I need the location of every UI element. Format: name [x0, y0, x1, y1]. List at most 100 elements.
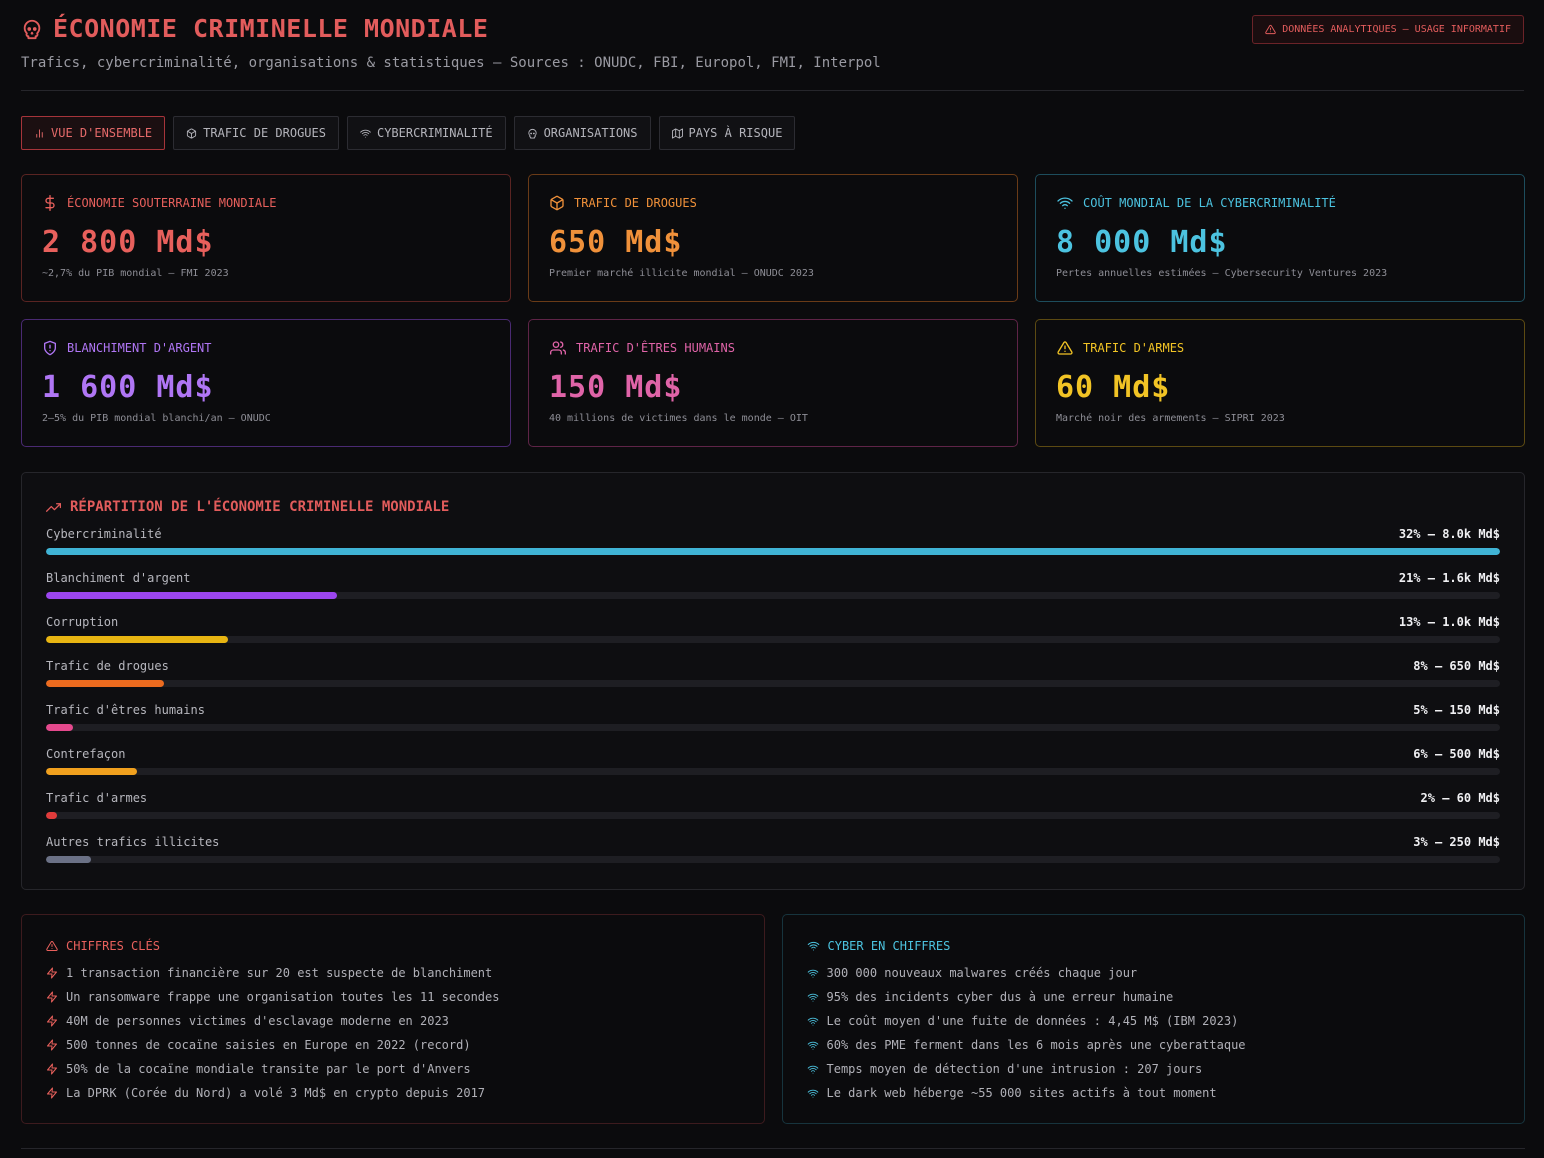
list-item: Le dark web héberge ~55 000 sites actifs… — [807, 1081, 1501, 1105]
stat-card-title: ÉCONOMIE SOUTERRAINE MONDIALE — [67, 196, 277, 210]
stat-card-note: Pertes annuelles estimées — Cybersecurit… — [1056, 268, 1388, 279]
list-item-text: Le coût moyen d'une fuite de données : 4… — [826, 1014, 1239, 1028]
box-icon — [186, 127, 197, 139]
bar-value-label: 21% — 1.6k Md$ — [1398, 571, 1500, 585]
bar-fill — [46, 636, 228, 643]
bar-track — [46, 856, 1500, 863]
bar-track — [46, 812, 1500, 819]
stat-card-underground-economy: ÉCONOMIE SOUTERRAINE MONDIALE 2 800 Md$ … — [21, 174, 511, 302]
wifi-icon — [1056, 195, 1074, 211]
warning-icon — [46, 940, 58, 952]
facts-section: CHIFFRES CLÉS 1 transaction financière s… — [21, 914, 1525, 1124]
wifi-icon — [807, 992, 819, 1003]
wifi-icon — [807, 1016, 819, 1027]
zap-icon — [46, 967, 58, 979]
wifi-icon — [807, 940, 820, 952]
cyber-figures-box: CYBER EN CHIFFRES 300 000 nouveaux malwa… — [781, 914, 1525, 1124]
page-title: ÉCONOMIE CRIMINELLE MONDIALE — [53, 14, 489, 43]
bar-track — [46, 636, 1500, 643]
list-item-text: 500 tonnes de cocaïne saisies en Europe … — [66, 1038, 471, 1052]
stat-card-human-trafficking: TRAFIC D'ÊTRES HUMAINS 150 Md$ 40 millio… — [528, 319, 1018, 447]
stat-card-cybercrime-cost: COÛT MONDIAL DE LA CYBERCRIMINALITÉ 8 00… — [1035, 174, 1525, 302]
stat-card-value: 1 600 Md$ — [42, 370, 214, 405]
bar-fill — [46, 856, 92, 863]
wifi-icon — [807, 1064, 819, 1075]
bar-label: Cybercriminalité — [46, 527, 162, 541]
tab-overview[interactable]: VUE D'ENSEMBLE — [21, 116, 166, 150]
bar-value-label: 5% — 150 Md$ — [1413, 703, 1500, 717]
bar-label: Trafic d'armes — [46, 791, 148, 805]
list-item: 40M de personnes victimes d'esclavage mo… — [46, 1009, 740, 1033]
list-item-text: 95% des incidents cyber dus à une erreur… — [826, 990, 1174, 1004]
tab-label: PAYS À RISQUE — [688, 126, 783, 140]
bar-track — [46, 724, 1500, 731]
key-figures-list: 1 transaction financière sur 20 est susp… — [46, 961, 740, 1105]
header: ÉCONOMIE CRIMINELLE MONDIALE Trafics, cy… — [21, 14, 1524, 91]
zap-icon — [46, 1063, 58, 1075]
tab-organisations[interactable]: ORGANISATIONS — [513, 116, 651, 150]
bar-track — [46, 548, 1500, 555]
tab-drug-trafficking[interactable]: TRAFIC DE DROGUES — [173, 116, 339, 150]
distribution-bar-chart: Cybercriminalité 32% — 8.0k Md$ Blanchimen… — [46, 527, 1500, 879]
bar-value-label: 8% — 650 Md$ — [1413, 659, 1500, 673]
dollar-icon — [42, 195, 58, 211]
key-figures-box: CHIFFRES CLÉS 1 transaction financière s… — [21, 914, 765, 1124]
list-item-text: La DPRK (Corée du Nord) a volé 3 Md$ en … — [66, 1086, 486, 1100]
distribution-bar-row: Contrefaçon 6% — 500 Md$ — [46, 747, 1500, 791]
stat-card-drug-trafficking: TRAFIC DE DROGUES 650 Md$ Premier marché… — [528, 174, 1018, 302]
zap-icon — [46, 991, 58, 1003]
bar-track — [46, 592, 1500, 599]
list-item-text: 300 000 nouveaux malwares créés chaque j… — [826, 966, 1138, 980]
bar-label: Corruption — [46, 615, 119, 629]
bar-track — [46, 768, 1500, 775]
warning-icon — [1056, 340, 1074, 356]
shield-icon — [42, 340, 58, 356]
list-item-text: Un ransomware frappe une organisation to… — [66, 990, 500, 1004]
list-item: 500 tonnes de cocaïne saisies en Europe … — [46, 1033, 740, 1057]
stat-card-title: COÛT MONDIAL DE LA CYBERCRIMINALITÉ — [1083, 196, 1336, 210]
tab-bar: VUE D'ENSEMBLE TRAFIC DE DROGUES CYBERCR… — [21, 116, 796, 150]
map-icon — [671, 127, 683, 139]
bar-fill — [46, 724, 74, 731]
stat-card-title: TRAFIC D'ARMES — [1083, 341, 1185, 355]
bar-fill — [46, 592, 337, 599]
cyber-figures-list: 300 000 nouveaux malwares créés chaque j… — [807, 961, 1501, 1105]
distribution-bar-row: Trafic de drogues 8% — 650 Md$ — [46, 659, 1500, 703]
bar-fill — [46, 548, 1500, 555]
bar-value-label: 3% — 250 Md$ — [1413, 835, 1500, 849]
list-item-text: 1 transaction financière sur 20 est susp… — [66, 966, 493, 980]
cyber-figures-title: CYBER EN CHIFFRES — [827, 939, 951, 953]
stat-card-value: 2 800 Md$ — [42, 225, 214, 260]
users-icon — [549, 340, 567, 356]
list-item: Un ransomware frappe une organisation to… — [46, 985, 740, 1009]
list-item: Temps moyen de détection d'une intrusion… — [807, 1057, 1501, 1081]
stat-card-money-laundering: BLANCHIMENT D'ARGENT 1 600 Md$ 2–5% du P… — [21, 319, 511, 447]
bar-track — [46, 680, 1500, 687]
stat-card-value: 60 Md$ — [1056, 370, 1171, 405]
box-icon — [549, 195, 565, 211]
distribution-bar-row: Cybercriminalité 32% — 8.0k Md$ — [46, 527, 1500, 571]
bar-value-label: 2% — 60 Md$ — [1420, 791, 1500, 805]
stat-card-value: 650 Md$ — [549, 225, 683, 260]
tab-risk-countries[interactable]: PAYS À RISQUE — [658, 116, 796, 150]
distribution-bar-row: Trafic d'armes 2% — 60 Md$ — [46, 791, 1500, 835]
stat-cards: ÉCONOMIE SOUTERRAINE MONDIALE 2 800 Md$ … — [21, 174, 1525, 447]
tab-label: VUE D'ENSEMBLE — [51, 126, 153, 140]
tab-cybercrime[interactable]: CYBERCRIMINALITÉ — [346, 116, 506, 150]
panel-title: RÉPARTITION DE L'ÉCONOMIE CRIMINELLE MON… — [70, 499, 450, 515]
wifi-icon — [807, 968, 819, 979]
bar-label: Blanchiment d'argent — [46, 571, 191, 585]
list-item: 60% des PME ferment dans les 6 mois aprè… — [807, 1033, 1501, 1057]
distribution-bar-row: Corruption 13% — 1.0k Md$ — [46, 615, 1500, 659]
zap-icon — [46, 1039, 58, 1051]
list-item: 50% de la cocaïne mondiale transite par … — [46, 1057, 740, 1081]
stat-card-note: 40 millions de victimes dans le monde — … — [549, 413, 808, 424]
bar-fill — [46, 768, 137, 775]
skull-icon — [527, 128, 538, 139]
list-item: La DPRK (Corée du Nord) a volé 3 Md$ en … — [46, 1081, 740, 1105]
list-item: 95% des incidents cyber dus à une erreur… — [807, 985, 1501, 1009]
bar-label: Trafic de drogues — [46, 659, 169, 673]
list-item-text: 50% de la cocaïne mondiale transite par … — [66, 1062, 471, 1076]
bar-chart-icon — [34, 128, 45, 139]
stat-card-title: BLANCHIMENT D'ARGENT — [67, 341, 212, 355]
